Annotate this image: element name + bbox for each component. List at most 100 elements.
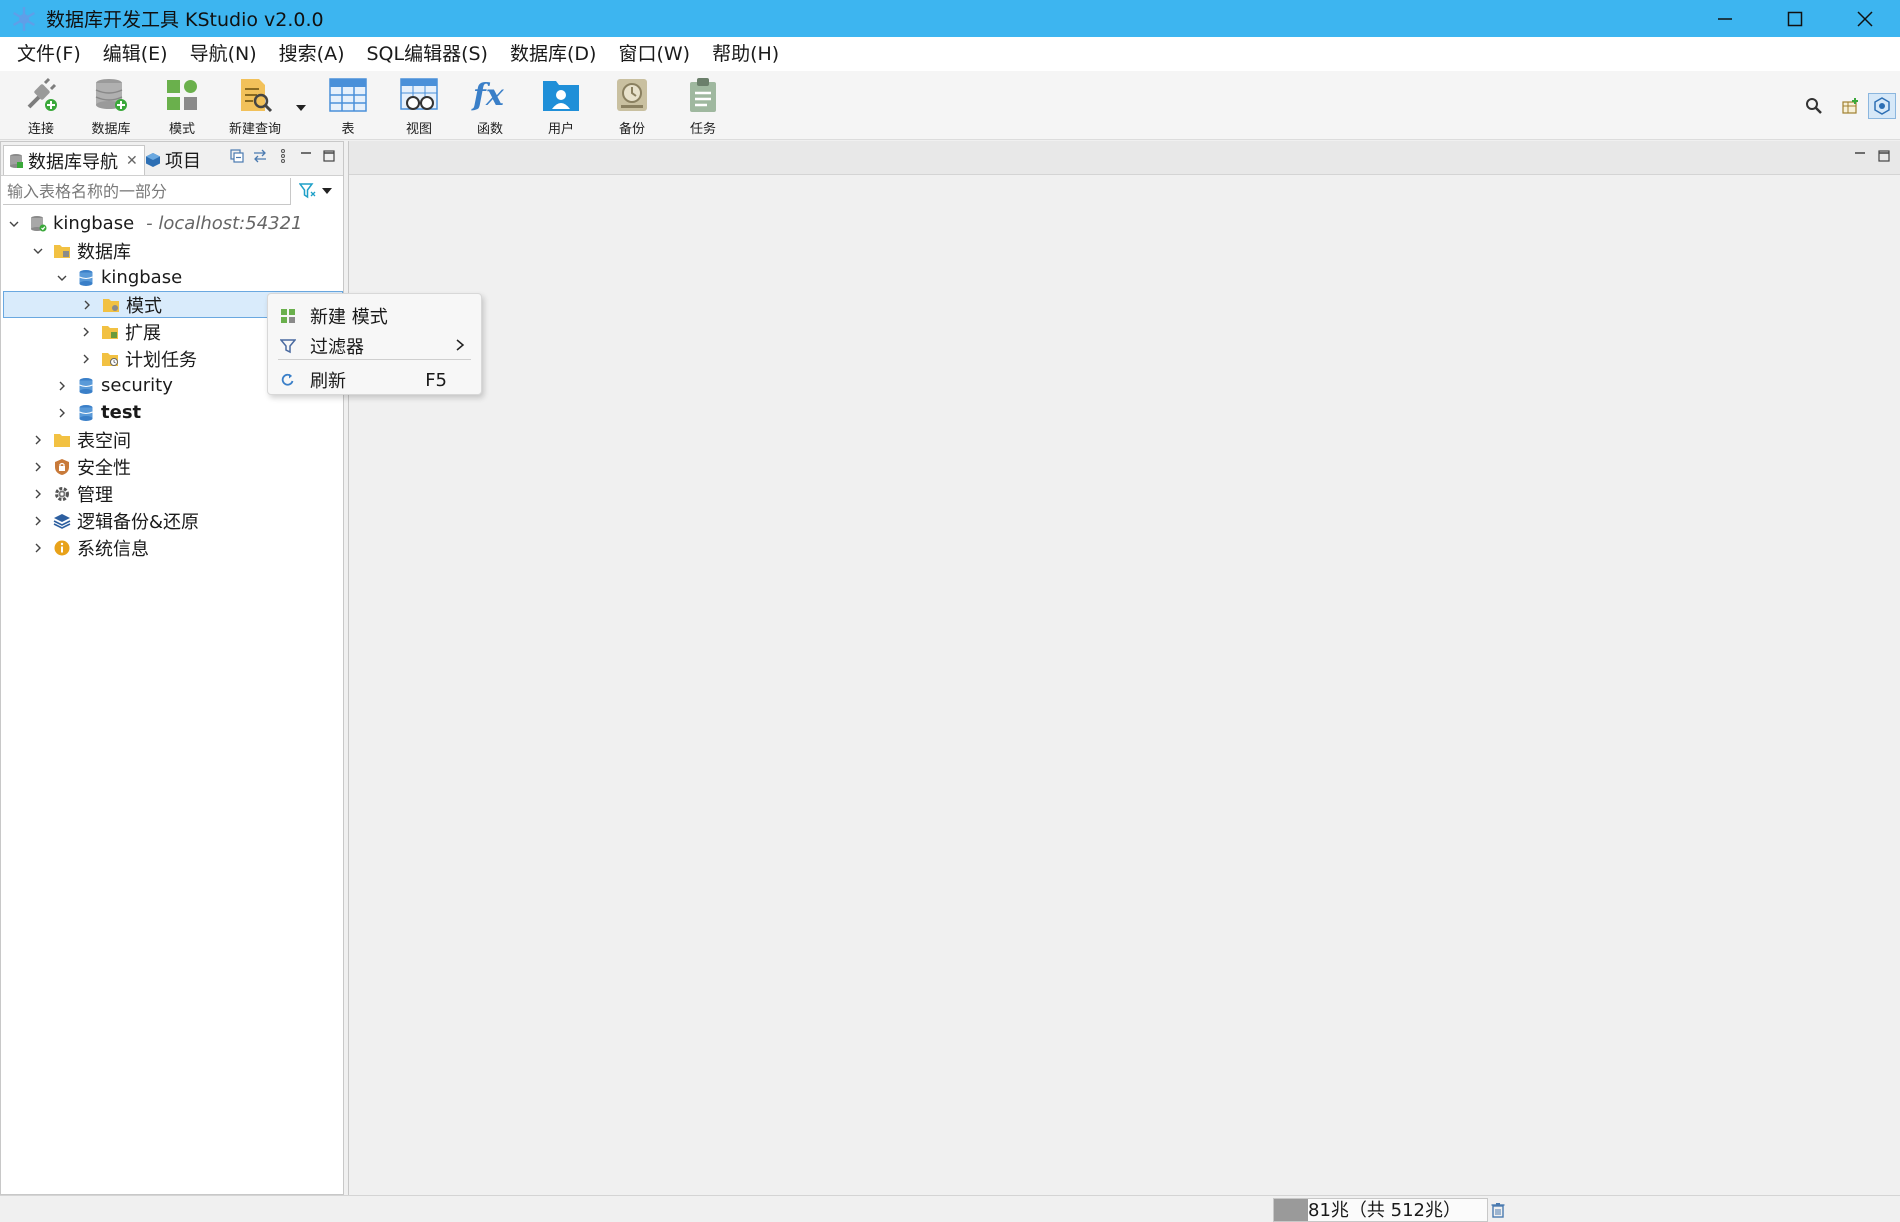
- tree-label-logical-backup: 逻辑备份&还原: [77, 511, 200, 533]
- filter-icon: [278, 336, 298, 356]
- more-vertical-icon: [280, 148, 285, 163]
- tree-label-scheduled-task: 计划任务: [125, 349, 197, 371]
- tab-project[interactable]: 项目: [145, 145, 201, 175]
- open-perspective-icon: [1842, 98, 1858, 114]
- chevron-right-icon[interactable]: [31, 541, 45, 555]
- table-filter-input[interactable]: [3, 178, 291, 205]
- schema-button[interactable]: 模式: [149, 75, 215, 137]
- tab-database-navigator[interactable]: 数据库导航 ✕: [3, 145, 145, 175]
- tree-node-db-test[interactable]: test: [55, 399, 141, 426]
- chevron-down-icon[interactable]: [31, 244, 45, 258]
- chevron-down-icon[interactable]: [7, 217, 21, 231]
- connect-button[interactable]: 连接: [8, 75, 74, 137]
- svg-text:fx: fx: [471, 78, 505, 113]
- chevron-right-icon[interactable]: [31, 487, 45, 501]
- tree-label-db-kingbase: kingbase: [101, 267, 183, 288]
- status-bar: 81兆（共 512兆）: [0, 1195, 1900, 1222]
- editor-actions: [1853, 147, 1891, 168]
- layers-icon: [53, 512, 71, 530]
- minimize-button[interactable]: [1690, 0, 1760, 37]
- menu-item-filter[interactable]: 过滤器: [268, 332, 481, 360]
- menu-sql-editor[interactable]: SQL编辑器(S): [355, 37, 499, 71]
- tree-node-db-kingbase[interactable]: kingbase: [55, 264, 182, 291]
- tree-node-management[interactable]: 管理: [31, 480, 113, 507]
- maximize-editor-button[interactable]: [1877, 147, 1891, 168]
- menu-window[interactable]: 窗口(W): [607, 37, 701, 71]
- heap-usage-bar: [1274, 1199, 1308, 1221]
- kstudio-perspective-icon: [1874, 97, 1890, 115]
- maximize-button[interactable]: [1760, 0, 1830, 37]
- close-icon: [1857, 10, 1873, 27]
- tree-node-system-info[interactable]: 系统信息: [31, 534, 149, 561]
- panel-actions: [228, 147, 337, 164]
- menu-item-filter-label: 过滤器: [310, 337, 364, 358]
- menu-separator: [278, 359, 471, 360]
- task-button[interactable]: 任务: [670, 75, 736, 137]
- filter-options-button[interactable]: [299, 182, 337, 200]
- chevron-right-icon[interactable]: [31, 514, 45, 528]
- menu-edit[interactable]: 编辑(E): [92, 37, 179, 71]
- chevron-right-icon[interactable]: [55, 379, 69, 393]
- chevron-right-icon[interactable]: [31, 460, 45, 474]
- tree-label-db-security: security: [101, 375, 173, 396]
- chevron-down-icon[interactable]: [55, 271, 69, 285]
- chevron-right-icon[interactable]: [31, 433, 45, 447]
- collapse-all-button[interactable]: [228, 147, 245, 164]
- tree-node-db-security[interactable]: security: [55, 372, 173, 399]
- panel-tabs: 数据库导航 ✕ 项目: [1, 142, 343, 176]
- database-icon: [77, 404, 95, 422]
- new-query-button[interactable]: 新建查询: [222, 75, 288, 137]
- tree-node-databases[interactable]: 数据库: [31, 237, 131, 264]
- minimize-panel-button[interactable]: [297, 147, 314, 164]
- tree-node-extension[interactable]: 扩展: [79, 318, 161, 345]
- maximize-view-icon: [1878, 150, 1890, 162]
- close-tab-icon[interactable]: ✕: [126, 153, 138, 169]
- menu-navigate[interactable]: 导航(N): [179, 37, 268, 71]
- tree-node-scheduled-task[interactable]: 计划任务: [79, 345, 197, 372]
- menu-item-new-schema[interactable]: 新建 模式: [268, 302, 481, 330]
- minimize-view-icon: [300, 151, 311, 154]
- heap-status[interactable]: 81兆（共 512兆）: [1273, 1198, 1488, 1222]
- open-perspective-button[interactable]: [1838, 93, 1864, 119]
- tree-node-connection[interactable]: kingbase - localhost:54321: [7, 210, 303, 237]
- tree-node-logical-backup[interactable]: 逻辑备份&还原: [31, 507, 199, 534]
- maximize-panel-button[interactable]: [320, 147, 337, 164]
- close-button[interactable]: [1830, 0, 1900, 37]
- backup-button[interactable]: 备份: [599, 75, 665, 137]
- search-button[interactable]: [1800, 93, 1828, 119]
- user-button[interactable]: 用户: [528, 75, 594, 137]
- connect-label: 连接: [27, 122, 54, 137]
- menu-database[interactable]: 数据库(D): [499, 37, 607, 71]
- new-query-dropdown[interactable]: [294, 99, 308, 113]
- menu-item-refresh[interactable]: 刷新 F5: [268, 366, 481, 394]
- garbage-collect-button[interactable]: [1489, 1201, 1507, 1219]
- tree-node-security[interactable]: 安全性: [31, 453, 131, 480]
- tree-node-tablespace[interactable]: 表空间: [31, 426, 131, 453]
- perspective-kstudio-button[interactable]: [1868, 93, 1896, 119]
- view-button[interactable]: 视图: [386, 75, 452, 137]
- chevron-right-icon[interactable]: [79, 325, 93, 339]
- database-button[interactable]: 数据库: [78, 75, 144, 137]
- database-folder-icon: [53, 242, 71, 260]
- function-button[interactable]: fx 函数: [457, 75, 523, 138]
- menu-help[interactable]: 帮助(H): [701, 37, 790, 71]
- maximize-icon: [1787, 11, 1803, 26]
- sync-arrows-icon: [253, 149, 266, 162]
- connection-database-icon: [29, 215, 47, 233]
- user-folder-icon: [543, 80, 579, 111]
- chevron-right-icon[interactable]: [79, 352, 93, 366]
- minimize-editor-button[interactable]: [1853, 147, 1867, 168]
- filter-icon: [299, 183, 316, 199]
- window-title: 数据库开发工具 KStudio v2.0.0: [46, 9, 324, 31]
- database-icon: [77, 377, 95, 395]
- chevron-right-icon[interactable]: [55, 406, 69, 420]
- tree-label-system-info: 系统信息: [77, 538, 149, 560]
- menu-file[interactable]: 文件(F): [6, 37, 92, 71]
- chevron-right-icon[interactable]: [80, 298, 94, 312]
- plug-connect-icon: [27, 77, 57, 111]
- tab-project-label: 项目: [165, 151, 201, 172]
- table-button[interactable]: 表: [315, 75, 381, 137]
- menu-search[interactable]: 搜索(A): [268, 37, 356, 71]
- view-menu-button[interactable]: [274, 147, 291, 164]
- link-editor-button[interactable]: [251, 147, 268, 164]
